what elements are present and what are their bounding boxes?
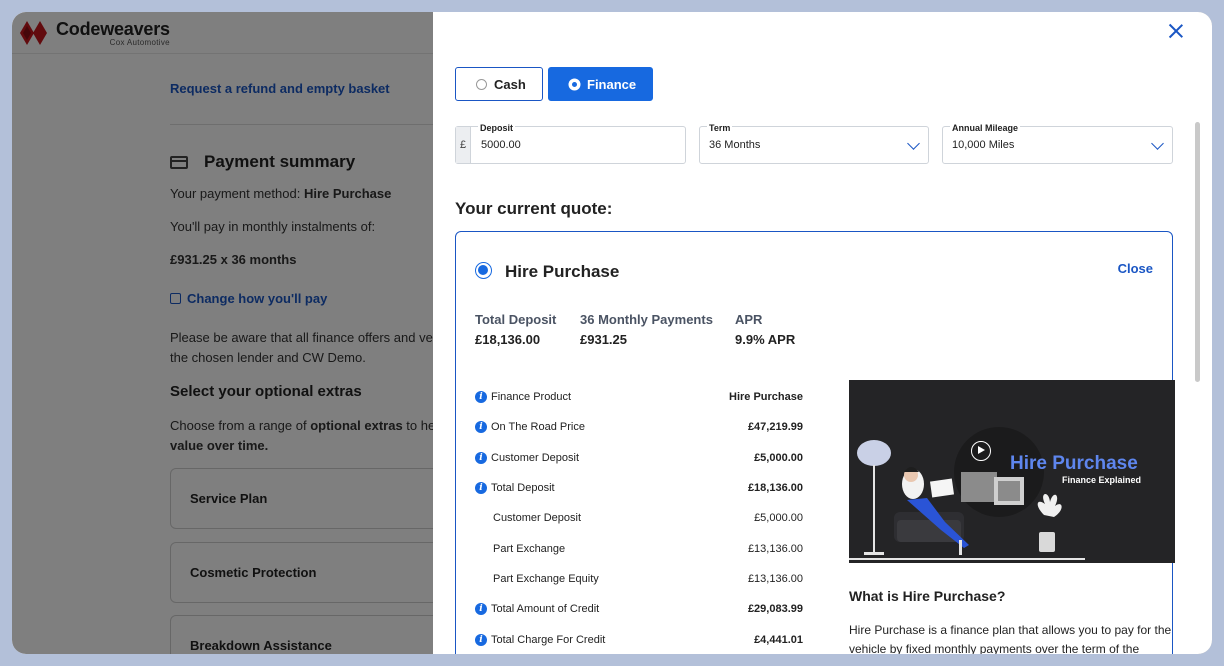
- breakdown-value: Hire Purchase: [729, 391, 803, 404]
- app-window: Codeweavers Cox Automotive Request a ref…: [12, 12, 1212, 654]
- breakdown-row: i Customer Deposit £5,000.00: [475, 443, 803, 473]
- term-value: 36 Months: [709, 139, 761, 151]
- breakdown-row: i Total Charge For Credit £4,441.01: [475, 624, 803, 654]
- deposit-field[interactable]: £ Deposit 5000.00: [455, 123, 686, 164]
- quote-card: Hire Purchase Close Total Deposit £18,13…: [455, 231, 1175, 654]
- quote-title: Hire Purchase: [505, 262, 620, 281]
- radio-selected-icon: [569, 78, 580, 90]
- finance-option[interactable]: Finance: [548, 67, 653, 101]
- breakdown-value: £4,441.01: [754, 633, 803, 646]
- breakdown-value: £18,136.00: [747, 482, 803, 495]
- breakdown-label: Total Charge For Credit: [491, 633, 606, 646]
- summary-total-deposit: Total Deposit £18,136.00: [475, 312, 557, 347]
- mileage-value: 10,000 Miles: [952, 139, 1015, 151]
- breakdown-value: £13,136.00: [747, 572, 803, 585]
- quote-radio[interactable]: [475, 262, 492, 279]
- breakdown-row: Part Exchange Equity £13,136.00: [475, 564, 803, 594]
- breakdown-value: £13,136.00: [747, 542, 803, 555]
- info-icon[interactable]: i: [475, 421, 487, 434]
- video-thumbnail[interactable]: Hire Purchase Finance Explained: [849, 380, 1175, 563]
- breakdown-row: i On The Road Price £47,219.99: [475, 412, 803, 442]
- breakdown-label: Customer Deposit: [493, 512, 582, 525]
- currency-prefix: £: [456, 127, 471, 163]
- quote-heading: Your current quote:: [455, 199, 613, 218]
- summary-monthly-payments: 36 Monthly Payments £931.25: [580, 312, 713, 347]
- breakdown-value: £29,083.99: [747, 603, 803, 616]
- play-icon[interactable]: [971, 441, 991, 461]
- video-subtitle: Finance Explained: [1062, 475, 1142, 485]
- close-icon[interactable]: [1167, 22, 1185, 40]
- breakdown-row: i Finance Product Hire Purchase: [475, 382, 803, 412]
- term-select[interactable]: Term 36 Months: [699, 123, 929, 164]
- mileage-select[interactable]: Annual Mileage 10,000 Miles: [942, 123, 1173, 164]
- breakdown-label: Customer Deposit: [491, 451, 580, 464]
- mileage-label: Annual Mileage: [950, 123, 1021, 133]
- deposit-input[interactable]: 5000.00: [481, 139, 521, 151]
- quote-breakdown: i Finance Product Hire Purchase i On The Roa…: [475, 382, 803, 654]
- cash-option[interactable]: Cash: [455, 67, 543, 101]
- breakdown-value: £5,000.00: [754, 451, 803, 464]
- breakdown-label: Part Exchange: [493, 542, 566, 555]
- what-is-heading: What is Hire Purchase?: [849, 588, 1006, 604]
- breakdown-row: Customer Deposit £5,000.00: [475, 503, 803, 533]
- info-icon[interactable]: i: [475, 482, 487, 495]
- breakdown-label: Total Amount of Credit: [491, 603, 600, 616]
- breakdown-row: i Total Deposit £18,136.00: [475, 473, 803, 503]
- quote-close-button[interactable]: Close: [1118, 261, 1153, 276]
- breakdown-value: £5,000.00: [754, 512, 803, 525]
- chevron-down-icon: [1151, 137, 1164, 150]
- deposit-label: Deposit: [478, 123, 516, 133]
- breakdown-label: Total Deposit: [491, 482, 555, 495]
- info-icon[interactable]: i: [475, 451, 487, 464]
- info-icon[interactable]: i: [475, 603, 487, 616]
- summary-apr: APR 9.9% APR: [735, 312, 796, 347]
- what-is-text: Hire Purchase is a finance plan that all…: [849, 623, 1172, 654]
- breakdown-value: £47,219.99: [747, 421, 803, 434]
- breakdown-row: Part Exchange £13,136.00: [475, 533, 803, 563]
- chevron-down-icon: [907, 137, 920, 150]
- info-icon[interactable]: i: [475, 633, 487, 646]
- breakdown-label: On The Road Price: [491, 421, 585, 434]
- term-label: Term: [707, 123, 733, 133]
- video-title: Hire Purchase: [1010, 453, 1138, 474]
- scrollbar[interactable]: [1195, 122, 1200, 382]
- breakdown-row: i Total Amount of Credit £29,083.99: [475, 594, 803, 624]
- breakdown-label: Part Exchange Equity: [493, 572, 599, 585]
- info-icon[interactable]: i: [475, 391, 487, 404]
- breakdown-label: Finance Product: [491, 391, 572, 404]
- finance-panel: Cash Finance £ Deposit 5000.00 Term 36 M…: [433, 12, 1212, 654]
- radio-icon: [476, 78, 487, 90]
